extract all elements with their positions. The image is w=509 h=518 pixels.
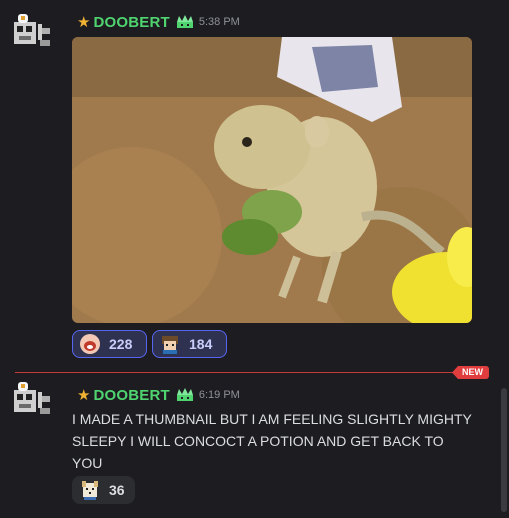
reaction-count: 36 <box>109 482 125 498</box>
new-messages-divider <box>15 372 455 373</box>
message-text: I MADE A THUMBNAIL BUT I AM FEELING SLIG… <box>72 411 472 471</box>
star-icon: ★ <box>77 13 91 31</box>
gasp-face-emoji <box>80 334 100 354</box>
reaction-character[interactable]: 184 <box>152 330 227 358</box>
message-header: ★ DOOBERT 5:38 PM <box>77 12 240 32</box>
timestamp: 6:19 PM <box>198 389 240 401</box>
star-icon: ★ <box>77 386 91 404</box>
pixel-avatar-icon[interactable] <box>12 12 54 50</box>
reaction-gasp[interactable]: 228 <box>72 330 147 358</box>
pixel-character-emoji <box>162 336 178 354</box>
pixel-dog-emoji <box>82 481 98 500</box>
message-header: ★ DOOBERT 6:19 PM <box>77 385 240 405</box>
message-1: ★ DOOBERT 5:38 PM 228 184 <box>0 0 500 360</box>
crown-icon <box>176 15 193 28</box>
username[interactable]: DOOBERT <box>93 387 169 404</box>
reaction-count: 184 <box>189 336 213 352</box>
scrollbar[interactable] <box>501 388 507 512</box>
pixel-avatar-icon[interactable] <box>12 380 54 418</box>
new-badge: NEW <box>452 366 489 379</box>
username[interactable]: DOOBERT <box>93 14 169 31</box>
reaction-dog[interactable]: 36 <box>72 476 135 504</box>
timestamp: 5:38 PM <box>198 16 240 28</box>
reaction-count: 228 <box>109 336 133 352</box>
crown-icon <box>176 388 193 401</box>
gif-image[interactable] <box>72 37 472 323</box>
